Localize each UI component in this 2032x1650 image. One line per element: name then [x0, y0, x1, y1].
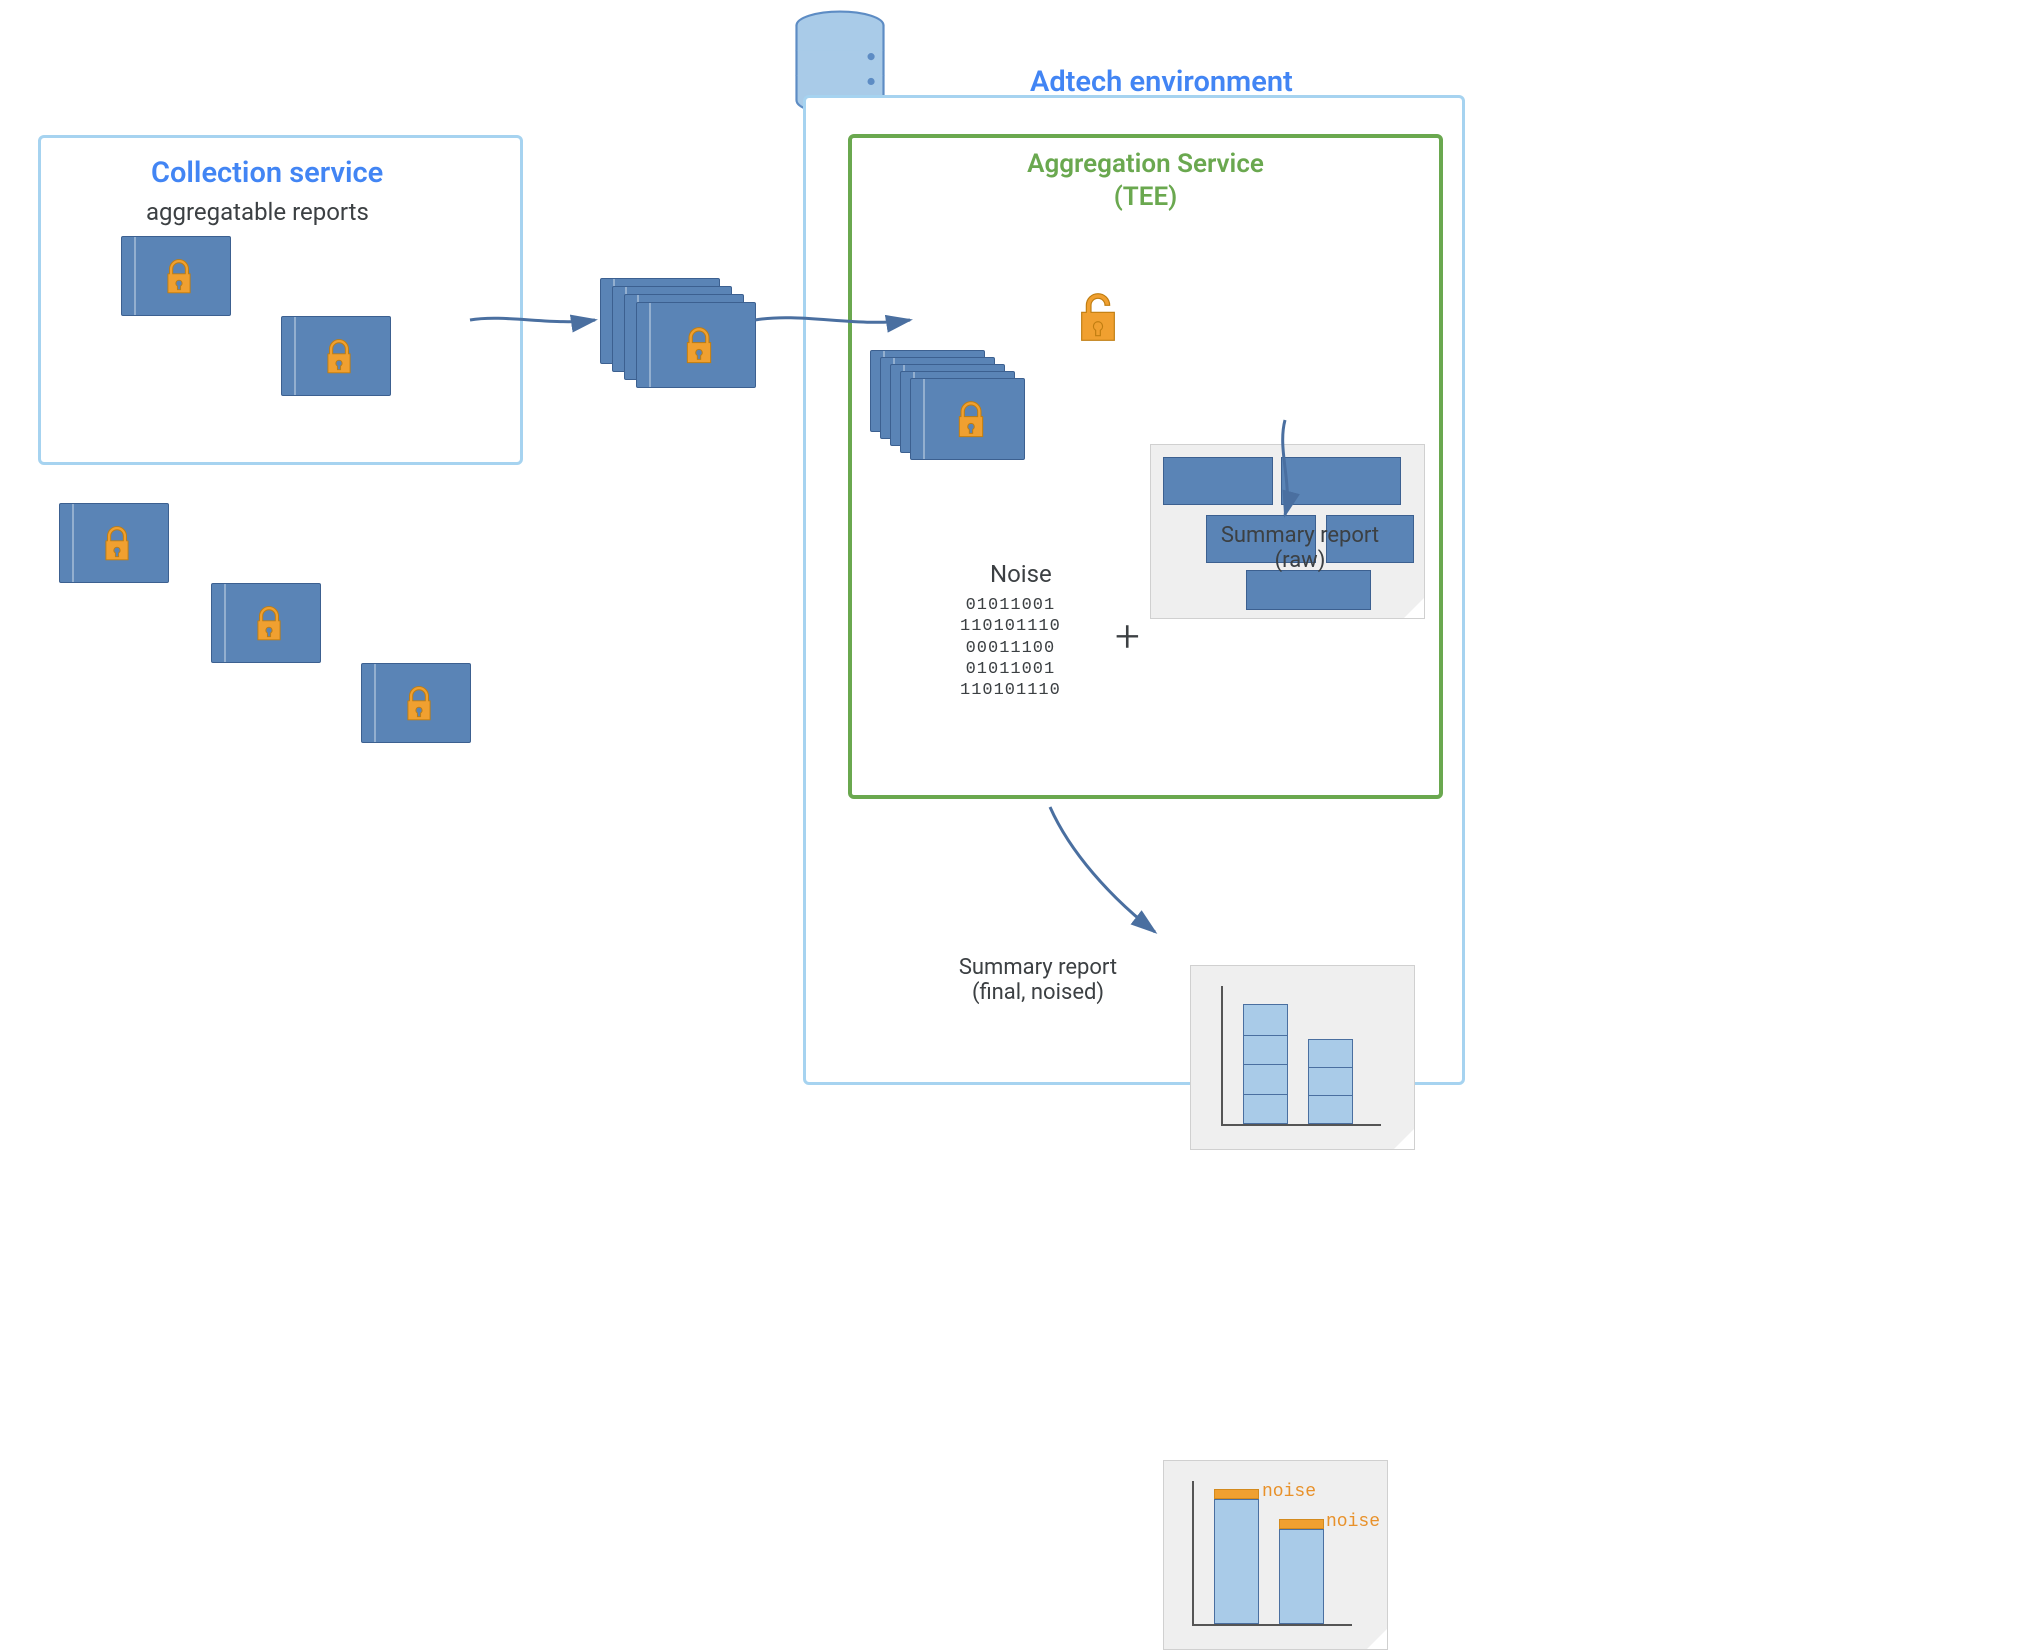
locked-report-stack: [870, 350, 1040, 460]
aggregation-service-title: Aggregation Service (TEE): [852, 148, 1439, 213]
noise-bits: 01011001 110101110 00011100 01011001 110…: [960, 595, 1061, 701]
lock-icon: [320, 335, 358, 383]
lock-icon: [400, 682, 438, 730]
locked-report-card: [121, 236, 231, 316]
arrow-right-icon: [465, 300, 605, 344]
locked-report-stack: [600, 278, 760, 378]
unlock-icon: [1070, 285, 1126, 353]
plus-symbol: +: [1115, 610, 1140, 662]
locked-report-card: [281, 316, 391, 396]
locked-report-card: [361, 663, 471, 743]
aggregatable-reports-label: aggregatable reports: [146, 198, 369, 226]
arrow-right-icon: [750, 300, 920, 344]
arrow-down-right-icon: [1040, 802, 1170, 946]
summary-raw-chart: [1190, 965, 1415, 1150]
aggregation-service-title-line1: Aggregation Service: [1027, 149, 1264, 179]
lock-icon: [250, 602, 288, 650]
locked-report-card: [211, 583, 321, 663]
aggregation-service-title-line2: (TEE): [1114, 182, 1177, 212]
collection-service-box: Collection service aggregatable reports: [38, 135, 523, 465]
locked-report-card: [59, 503, 169, 583]
collection-service-title: Collection service: [151, 156, 383, 190]
lock-icon: [951, 397, 991, 447]
noise-tag-label: noise: [1326, 1512, 1380, 1532]
noise-label: Noise: [990, 560, 1052, 588]
lock-icon: [679, 323, 719, 373]
summary-final-label: Summary report (final, noised): [928, 955, 1148, 1005]
adtech-environment-title: Adtech environment: [1030, 65, 1293, 99]
summary-final-chart: noise noise: [1163, 1460, 1388, 1650]
arrow-down-icon: [1265, 415, 1305, 529]
summary-raw-label: Summary report (raw): [1190, 523, 1410, 573]
noise-tag-label: noise: [1262, 1482, 1316, 1502]
lock-icon: [160, 255, 198, 303]
lock-icon: [98, 522, 136, 570]
